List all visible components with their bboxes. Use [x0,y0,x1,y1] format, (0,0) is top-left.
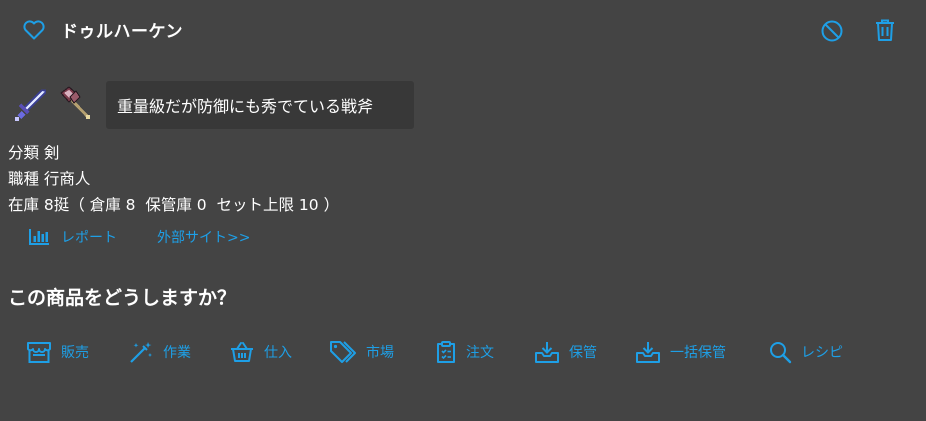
sell-button[interactable]: 販売 [26,338,89,366]
work-label: 作業 [163,345,191,361]
sell-label: 販売 [61,345,89,361]
bulk-storage-label: 一括保管 [670,345,726,361]
order-button[interactable]: 注文 [435,338,494,366]
magic-wand-icon [130,342,152,363]
tags-icon [330,341,356,363]
market-button[interactable]: 市場 [329,338,394,366]
sword-sprite-icon [12,87,48,123]
clipboard-list-icon [437,341,455,363]
job-text: 職種 行商人 [8,170,91,188]
category-text: 分類 剣 [8,144,60,162]
recipe-button[interactable]: レシピ [768,338,843,366]
inbox-download-icon [636,342,660,363]
favorite-heart-icon[interactable] [22,19,46,41]
search-icon [770,342,792,364]
storage-button[interactable]: 保管 [534,338,597,366]
purchase-button[interactable]: 仕入 [229,338,292,366]
report-link-label: レポート [61,230,117,246]
work-button[interactable]: 作業 [128,338,191,366]
item-description: 重量級だが防御にも秀でている戦斧 [106,81,414,129]
action-prompt: この商品をどうしますか？ [8,287,237,309]
external-site-link[interactable]: 外部サイト>> [157,227,250,247]
report-link[interactable]: レポート [28,227,117,247]
trash-icon[interactable] [874,18,896,42]
storage-label: 保管 [569,345,597,361]
external-site-link-label: 外部サイト>> [157,230,251,246]
market-label: 市場 [366,345,394,361]
action-bar: 販売 作業 仕入 市場 注文 保管 一括保管 レシピ [0,338,926,368]
bar-chart-icon [29,229,49,245]
purchase-label: 仕入 [264,345,292,361]
order-label: 注文 [466,345,494,361]
recipe-label: レシピ [801,345,843,361]
axe-sprite-icon [55,84,93,122]
store-icon [27,342,51,363]
basket-icon [231,342,253,362]
item-title: ドゥルハーケン [61,22,183,42]
stock-text: 在庫 8挺（ 倉庫 8 保管庫 0 セット上限 10 ） [8,196,340,214]
bulk-storage-button[interactable]: 一括保管 [635,338,726,366]
inbox-download-icon [535,342,559,363]
ban-icon[interactable] [820,19,844,43]
